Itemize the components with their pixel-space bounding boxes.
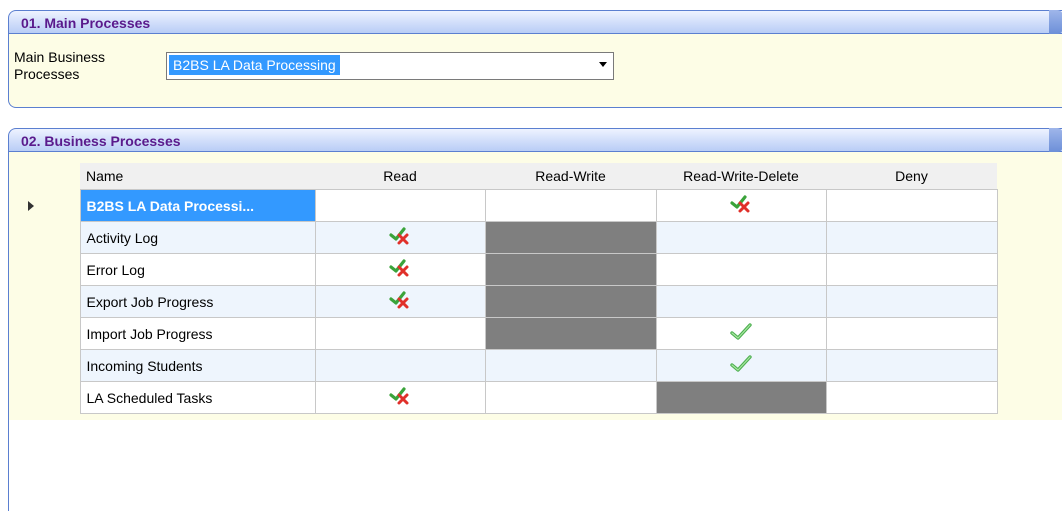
selected-value: B2BS LA Data Processing xyxy=(169,55,340,75)
row-indicator[interactable] xyxy=(18,189,80,222)
cell-name[interactable]: Activity Log xyxy=(79,221,316,254)
table-row[interactable]: Incoming Students xyxy=(18,349,1021,382)
cell-deny[interactable] xyxy=(825,349,998,382)
main-processes-title: 01. Main Processes xyxy=(21,15,151,31)
row-indicator[interactable] xyxy=(18,349,80,382)
cell-read[interactable] xyxy=(314,317,486,350)
partial-icon xyxy=(388,290,412,313)
grid-header-row: Name Read Read-Write Read-Write-Delete D… xyxy=(18,163,1021,190)
table-row[interactable]: Error Log xyxy=(18,253,1021,286)
partial-icon xyxy=(388,386,412,409)
dropdown-arrow-icon[interactable] xyxy=(599,62,607,67)
panel-endcap xyxy=(1049,10,1062,34)
cell-read[interactable] xyxy=(314,221,486,254)
header-spacer xyxy=(997,163,1021,190)
cell-name[interactable]: Error Log xyxy=(79,253,316,286)
cell-name[interactable]: B2BS LA Data Processi... xyxy=(79,189,316,222)
cell-deny[interactable] xyxy=(825,221,998,254)
cell-read[interactable] xyxy=(314,285,486,318)
cell-read[interactable] xyxy=(314,253,486,286)
row-spacer xyxy=(997,285,1021,318)
cell-deny[interactable] xyxy=(825,381,998,414)
table-row[interactable]: B2BS LA Data Processi... xyxy=(18,189,1021,222)
cell-read-write-delete xyxy=(655,381,827,414)
column-header-deny[interactable]: Deny xyxy=(826,163,997,190)
row-indicator[interactable] xyxy=(18,285,80,318)
cell-name[interactable]: Import Job Progress xyxy=(79,317,316,350)
cell-deny[interactable] xyxy=(825,317,998,350)
cell-read-write[interactable] xyxy=(484,349,657,382)
row-indicator[interactable] xyxy=(18,317,80,350)
table-row[interactable]: Export Job Progress xyxy=(18,285,1021,318)
permissions-grid: Name Read Read-Write Read-Write-Delete D… xyxy=(18,163,1021,414)
cell-read-write-delete[interactable] xyxy=(655,285,827,318)
cell-deny[interactable] xyxy=(825,285,998,318)
cell-deny[interactable] xyxy=(825,253,998,286)
cell-name[interactable]: Export Job Progress xyxy=(79,285,316,318)
cell-deny[interactable] xyxy=(825,189,998,222)
row-spacer xyxy=(997,381,1021,414)
cell-read-write xyxy=(484,285,657,318)
cell-read-write[interactable] xyxy=(484,381,657,414)
row-spacer xyxy=(997,253,1021,286)
main-business-processes-select[interactable]: B2BS LA Data Processing xyxy=(166,52,614,80)
row-spacer xyxy=(997,189,1021,222)
column-header-read[interactable]: Read xyxy=(315,163,485,190)
grid-empty-area xyxy=(9,420,1062,511)
column-header-read-write-delete[interactable]: Read-Write-Delete xyxy=(656,163,826,190)
table-row[interactable]: Import Job Progress xyxy=(18,317,1021,350)
main-business-processes-label: Main Business Processes xyxy=(14,49,105,83)
cell-read[interactable] xyxy=(314,381,486,414)
partial-icon xyxy=(388,258,412,281)
cell-name[interactable]: Incoming Students xyxy=(79,349,316,382)
row-spacer xyxy=(997,349,1021,382)
main-processes-header: 01. Main Processes xyxy=(8,10,1062,34)
check-icon xyxy=(729,322,753,345)
column-header-name[interactable]: Name xyxy=(80,163,315,190)
partial-icon xyxy=(388,226,412,249)
cell-name[interactable]: LA Scheduled Tasks xyxy=(79,381,316,414)
check-icon xyxy=(729,354,753,377)
table-row[interactable]: LA Scheduled Tasks xyxy=(18,381,1021,414)
table-row[interactable]: Activity Log xyxy=(18,221,1021,254)
cell-read-write-delete[interactable] xyxy=(655,221,827,254)
cell-read-write-delete[interactable] xyxy=(655,317,827,350)
cell-read-write-delete[interactable] xyxy=(655,253,827,286)
cell-read-write xyxy=(484,317,657,350)
row-indicator[interactable] xyxy=(18,381,80,414)
panel-endcap xyxy=(1049,128,1062,152)
business-processes-title: 02. Business Processes xyxy=(21,133,181,149)
column-header-read-write[interactable]: Read-Write xyxy=(485,163,656,190)
cell-read-write xyxy=(484,253,657,286)
cell-read[interactable] xyxy=(314,349,486,382)
label-line-1: Main Business xyxy=(14,49,106,65)
row-indicator[interactable] xyxy=(18,221,80,254)
current-row-pointer-icon xyxy=(28,200,34,211)
cell-read[interactable] xyxy=(314,189,486,222)
row-indicator-header xyxy=(18,163,80,190)
business-processes-header: 02. Business Processes xyxy=(8,128,1062,152)
row-spacer xyxy=(997,317,1021,350)
row-spacer xyxy=(997,221,1021,254)
label-line-2: Processes xyxy=(14,66,80,82)
cell-read-write-delete[interactable] xyxy=(655,189,827,222)
partial-icon xyxy=(729,194,753,217)
cell-read-write-delete[interactable] xyxy=(655,349,827,382)
row-indicator[interactable] xyxy=(18,253,80,286)
cell-read-write xyxy=(484,221,657,254)
cell-read-write[interactable] xyxy=(484,189,657,222)
